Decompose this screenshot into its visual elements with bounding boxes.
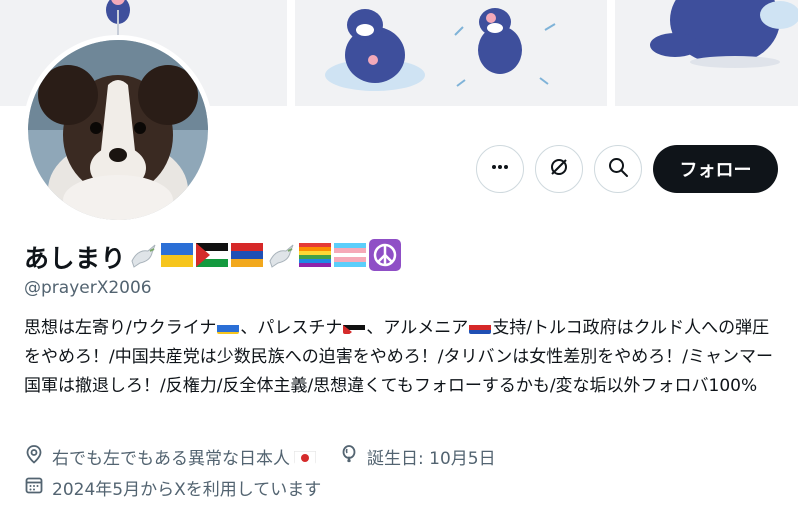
- user-handle: @prayerX2006: [24, 278, 152, 298]
- banner-panel-center: [295, 0, 607, 106]
- follow-button[interactable]: フォロー: [653, 145, 778, 193]
- birthday-icon: [339, 444, 367, 469]
- ukraine-flag: [161, 243, 194, 271]
- more-button[interactable]: [476, 145, 524, 193]
- peace-symbol-icon: [369, 239, 402, 275]
- transgender-flag: [334, 243, 367, 271]
- search-button[interactable]: [594, 145, 642, 193]
- bio-text-2: 、パレスチナ: [240, 318, 343, 338]
- rainbow-flag: [299, 243, 332, 271]
- search-icon: [607, 156, 629, 182]
- feed-icon: [548, 156, 570, 182]
- joined-text: 2024年5月からXを利用しています: [52, 480, 322, 500]
- birthday-text: 誕生日: 10月5日: [367, 449, 496, 469]
- profile-meta-row-2: 2024年5月からXを利用しています: [24, 475, 321, 500]
- profile-meta-row-1: 右でも左でもある異常な日本人 誕生日: 10月5日: [24, 444, 496, 469]
- avatar-image: [28, 40, 208, 220]
- bio-text-3: 、アルメニア: [366, 318, 469, 338]
- location-text: 右でも左でもある異常な日本人: [52, 449, 290, 469]
- ukraine-flag: [217, 320, 240, 334]
- feed-button[interactable]: [535, 145, 583, 193]
- display-name: あしまり: [24, 244, 127, 273]
- location-icon: [24, 444, 52, 469]
- japan-flag: [294, 450, 316, 464]
- bio-text-1: 思想は左寄り/ウクライナ: [24, 318, 217, 338]
- name-emojis: [128, 239, 404, 275]
- armenia-flag: [231, 243, 264, 271]
- palestine-flag: [343, 320, 366, 334]
- banner-panel-right: [615, 0, 798, 106]
- dove-icon: [128, 241, 158, 273]
- name-row: あしまり: [24, 239, 404, 275]
- profile-bio: 思想は左寄り/ウクライナ 、パレスチナ 、アルメニア 支持/トルコ政府はクルド人への弾…: [24, 314, 780, 401]
- dove-icon: [266, 241, 296, 273]
- calendar-icon: [24, 475, 52, 500]
- palestine-flag: [196, 243, 229, 271]
- more-icon: [490, 157, 510, 181]
- avatar[interactable]: [23, 35, 213, 225]
- armenia-flag: [469, 320, 492, 334]
